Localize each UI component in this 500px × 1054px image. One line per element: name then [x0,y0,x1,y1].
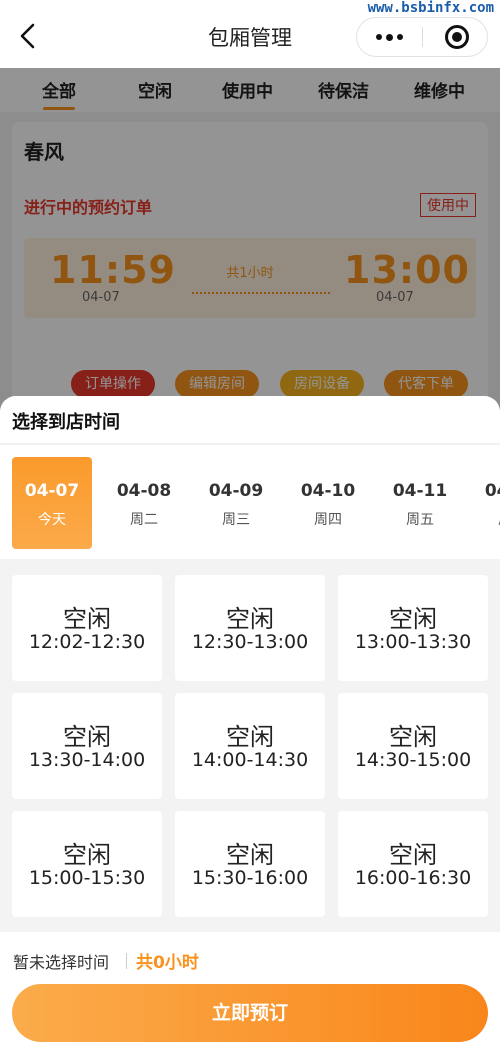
time-slot[interactable]: 空闲 16:00-16:30 [338,811,488,917]
date-option[interactable]: 04-08 周二 [104,457,184,549]
date-option[interactable]: 04-10 周四 [288,457,368,549]
weekday-label: 今天 [38,512,66,528]
sheet-title: 选择到店时间 [12,412,120,433]
date-option[interactable]: 04-12 周六 [472,457,500,549]
slot-time: 12:02-12:30 [28,631,146,653]
time-picker-sheet: 选择到店时间 04-07 今天 04-08 周二 04-09 周三 04-10 … [0,396,500,1054]
time-slot[interactable]: 空闲 15:00-15:30 [12,811,162,917]
capsule-divider [422,27,423,47]
slot-time: 14:00-14:30 [191,749,309,771]
slot-time: 12:30-13:00 [191,631,309,653]
slot-status: 空闲 [226,723,274,751]
slot-time: 15:30-16:00 [191,867,309,889]
time-slot[interactable]: 空闲 12:30-13:00 [175,575,325,681]
date-label: 04-10 [300,481,356,501]
slot-time: 13:30-14:00 [28,749,146,771]
weekday-label: 周三 [222,512,250,528]
slot-status: 空闲 [226,841,274,869]
selection-status: 暂未选择时间 [13,953,110,972]
watermark-text: www.bsbinfx.com [367,0,494,16]
nav-bar: 包厢管理 www.bsbinfx.com [0,0,500,68]
time-slot[interactable]: 空闲 12:02-12:30 [12,575,162,681]
sheet-footer: 暂未选择时间 共0小时 立即预订 [0,932,500,1054]
slot-time: 15:00-15:30 [28,867,146,889]
slot-status: 空闲 [63,841,111,869]
slot-status: 空闲 [63,723,111,751]
date-label: 04-09 [208,481,264,501]
time-slot[interactable]: 空闲 13:00-13:30 [338,575,488,681]
date-label: 04-07 [24,481,80,501]
time-slot[interactable]: 空闲 14:30-15:00 [338,693,488,799]
time-slot[interactable]: 空闲 15:30-16:00 [175,811,325,917]
time-slot[interactable]: 空闲 13:30-14:00 [12,693,162,799]
slot-time: 13:00-13:30 [354,631,472,653]
total-hours: 共0小时 [136,953,199,973]
slot-status: 空闲 [389,841,437,869]
time-slot[interactable]: 空闲 14:00-14:30 [175,693,325,799]
target-circle-icon[interactable] [445,25,469,49]
slot-status: 空闲 [226,605,274,633]
slot-status: 空闲 [389,605,437,633]
book-now-button[interactable]: 立即预订 [12,984,488,1042]
weekday-label: 周六 [472,509,500,529]
date-label: 04-08 [116,481,172,501]
weekday-label: 周五 [406,512,434,528]
slot-status: 空闲 [63,605,111,633]
date-option[interactable]: 04-07 今天 [12,457,92,549]
more-dots-icon[interactable] [357,18,422,56]
weekday-label: 周二 [130,512,158,528]
mini-program-capsule [356,17,488,57]
slot-time: 14:30-15:00 [354,749,472,771]
date-option[interactable]: 04-11 周五 [380,457,460,549]
date-option[interactable]: 04-09 周三 [196,457,276,549]
date-label: 04-11 [392,481,448,501]
date-selector: 04-07 今天 04-08 周二 04-09 周三 04-10 周四 04-1… [0,445,500,559]
date-label: 04-12 [484,481,500,501]
slot-status: 空闲 [389,723,437,751]
weekday-label: 周四 [314,512,342,528]
slot-time: 16:00-16:30 [354,867,472,889]
footer-divider [126,953,127,969]
sheet-header: 选择到店时间 [0,396,500,444]
